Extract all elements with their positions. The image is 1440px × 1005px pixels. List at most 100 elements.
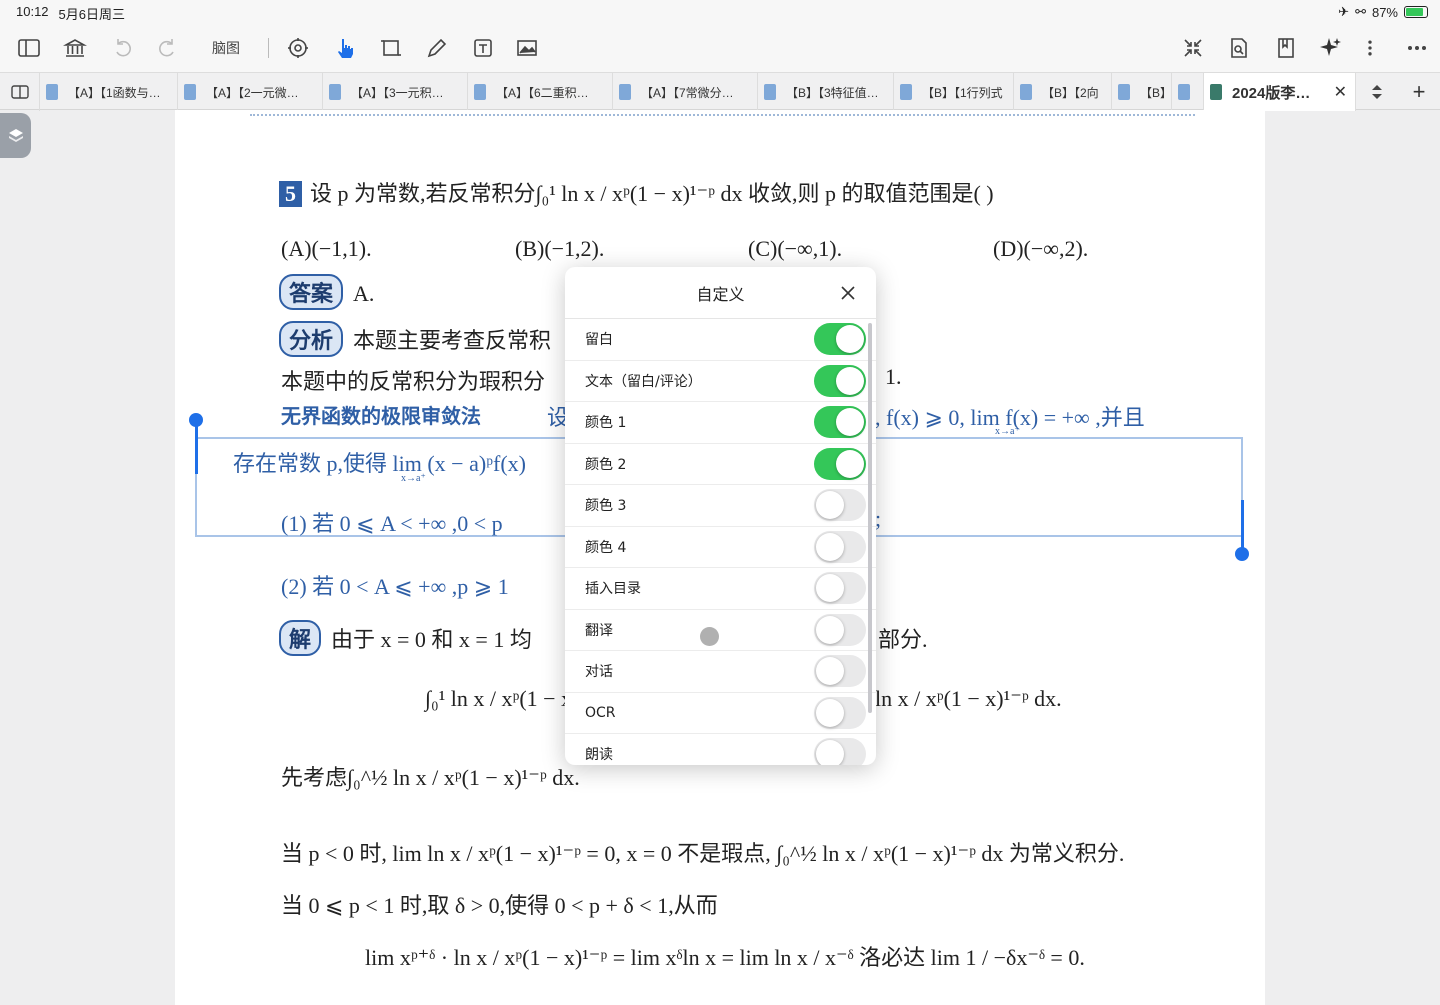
tab-active[interactable]: 2024版李… ✕ <box>1204 73 1356 111</box>
dialog-title: 自定义 <box>696 284 745 304</box>
option-toggle[interactable] <box>814 572 866 604</box>
option-toggle[interactable] <box>814 447 866 480</box>
more-vertical-icon[interactable] <box>1360 34 1380 62</box>
pen-icon[interactable] <box>424 34 450 62</box>
tab-6[interactable]: 【B】【3特征值… <box>758 73 894 111</box>
toggle-knob <box>836 408 864 436</box>
tab-9[interactable]: 【B】 <box>1112 73 1172 111</box>
tab-4[interactable]: 【A】【6二重积… <box>468 73 613 111</box>
ai-sparkle-icon[interactable] <box>1318 34 1344 62</box>
collapse-icon[interactable] <box>1180 34 1206 62</box>
mindmap-button[interactable]: 脑图 <box>206 34 246 62</box>
case-2: (2) 若 0 < A ⩽ +∞ ,p ⩾ 1 <box>281 574 509 599</box>
option-toggle[interactable] <box>814 613 866 646</box>
more-horizontal-icon[interactable] <box>1404 34 1430 62</box>
option-c: (C)(−∞,1). <box>748 236 843 261</box>
tab-7[interactable]: 【B】【1行列式 <box>894 73 1014 111</box>
crop-select-icon[interactable] <box>378 34 404 62</box>
document-icon <box>46 84 58 100</box>
document-icon <box>329 84 341 100</box>
option-b: (B)(−1,2). <box>515 236 605 261</box>
option-toggle[interactable] <box>814 696 866 729</box>
redo-icon[interactable] <box>154 34 180 62</box>
undo-icon[interactable] <box>110 34 136 62</box>
toggle-knob <box>816 698 844 727</box>
improper-integral-line: 本题中的反常积分为瑕积分 <box>281 369 546 394</box>
toggle-knob <box>816 491 844 519</box>
option-row: 对话 <box>565 651 876 693</box>
document-icon <box>1118 84 1130 100</box>
tab-3[interactable]: 【A】【3一元积… <box>323 73 468 111</box>
option-toggle[interactable] <box>814 364 866 397</box>
sidebar-toggle-icon[interactable] <box>16 34 42 62</box>
exist-line: 存在常数 p,使得 lim (x − a)ᵖf(x) <box>233 451 526 476</box>
link-icon: ⚯ <box>1355 4 1366 19</box>
tab-8[interactable]: 【B】【2向 <box>1014 73 1112 111</box>
case-p-zero-to-one: 当 0 ⩽ p < 1 时,取 δ > 0,使得 0 < p + δ < 1,从… <box>281 893 718 918</box>
search-document-icon[interactable] <box>1226 34 1252 62</box>
option-toggle[interactable] <box>814 323 866 355</box>
battery-icon <box>1404 6 1428 18</box>
toggle-knob <box>836 449 864 478</box>
document-tab-bar: 【A】【1函数与… 【A】【2一元微… 【A】【3一元积… 【A】【6二重积… … <box>0 72 1440 111</box>
option-row: OCR <box>565 693 876 734</box>
battery-percent: 87% <box>1371 4 1398 20</box>
option-toggle[interactable] <box>814 406 866 438</box>
tab-1[interactable]: 【A】【1函数与… <box>40 73 178 111</box>
option-label: 颜色 2 <box>585 456 627 473</box>
toggle-knob <box>816 740 844 765</box>
clock: 10:12 <box>16 4 49 19</box>
option-toggle[interactable] <box>814 530 866 563</box>
option-row: 颜色 4 <box>565 527 876 568</box>
method-sub: x→a⁺ <box>995 426 1020 437</box>
bookmark-icon[interactable] <box>1273 34 1299 62</box>
layers-button[interactable] <box>0 113 31 158</box>
settings-wheel-icon[interactable] <box>285 34 311 62</box>
document-icon <box>1020 84 1032 100</box>
document-icon <box>184 84 196 100</box>
tab-10[interactable] <box>1172 73 1204 111</box>
page-border-decoration <box>250 110 1195 116</box>
improper-integral-line-end: 1. <box>885 364 902 389</box>
dialog-scrollbar[interactable] <box>868 323 872 713</box>
image-icon[interactable] <box>514 34 540 62</box>
add-tab-icon[interactable]: + <box>1398 73 1440 111</box>
option-toggle[interactable] <box>814 655 866 687</box>
customize-dialog: 自定义 留白 文本（留白/评论） 颜色 1 颜色 2 颜色 3 颜色 4 插入目录 翻译 对话 O… <box>565 267 876 765</box>
option-label: 颜色 1 <box>585 415 627 432</box>
hand-pointer-icon[interactable] <box>332 34 358 62</box>
toggle-knob <box>836 366 864 395</box>
option-label: 留白 <box>585 332 613 349</box>
close-tab-icon[interactable]: ✕ <box>1334 82 1347 102</box>
tab-2[interactable]: 【A】【2一元微… <box>178 73 323 111</box>
solution-line: 解由于 x = 0 和 x = 1 均 <box>279 620 532 656</box>
option-row: 文本（留白/评论） <box>565 361 876 402</box>
library-icon[interactable] <box>62 34 88 62</box>
airplane-icon: ✈ <box>1338 4 1350 19</box>
tab-sort-icon[interactable] <box>1356 73 1398 111</box>
option-label: OCR <box>585 704 616 721</box>
split-view-icon[interactable] <box>0 73 40 111</box>
option-row: 插入目录 <box>565 568 876 610</box>
option-label: 朗读 <box>585 747 613 764</box>
document-icon <box>1178 84 1190 100</box>
option-row: 留白 <box>565 319 876 361</box>
option-row: 朗读 <box>565 734 876 765</box>
case-p-negative: 当 p < 0 时, lim ln x / xᵖ(1 − x)¹⁻ᵖ = 0, … <box>281 841 1125 866</box>
option-label: 颜色 3 <box>585 498 627 515</box>
option-toggle[interactable] <box>814 738 866 765</box>
option-toggle[interactable] <box>814 489 866 521</box>
toggle-knob <box>816 657 844 685</box>
status-bar: 10:12 5月6日周三 ✈ ⚯ 87% <box>0 0 1440 24</box>
tab-5[interactable]: 【A】【7常微分… <box>613 73 758 111</box>
selection-handle-start[interactable] <box>189 413 203 427</box>
selection-handle-end[interactable] <box>1235 547 1249 561</box>
toggle-knob <box>836 325 864 353</box>
analysis-line: 分析 本题主要考查反常积 <box>279 321 551 357</box>
close-icon[interactable] <box>838 283 858 303</box>
toggle-knob <box>816 574 844 602</box>
exist-sub: x→a⁺ <box>401 473 426 484</box>
text-box-icon[interactable] <box>470 34 496 62</box>
answer-line: 答案 A. <box>279 274 374 310</box>
option-label: 插入目录 <box>585 581 641 598</box>
